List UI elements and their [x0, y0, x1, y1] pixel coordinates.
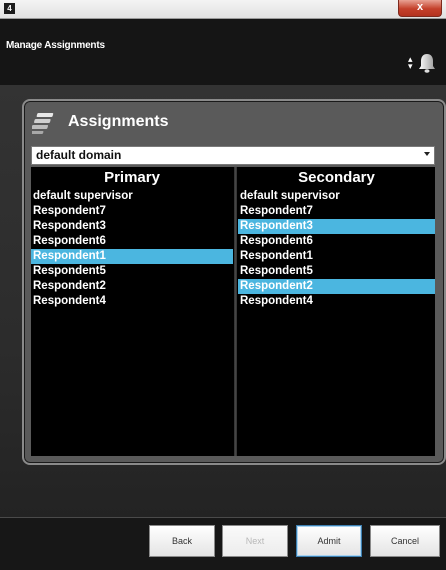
list-item[interactable]: Respondent1 [238, 249, 435, 264]
stack-icon [32, 113, 54, 134]
list-item[interactable]: Respondent5 [31, 264, 233, 279]
back-button[interactable]: Back [149, 525, 215, 557]
secondary-list: default supervisor Respondent7 Respondent3… [238, 189, 435, 309]
assignments-panel: Assignments default domain Primary defau… [22, 99, 446, 465]
page-title: Manage Assignments [6, 40, 105, 51]
list-item[interactable]: Respondent5 [238, 264, 435, 279]
list-item[interactable]: Respondent2 [31, 279, 233, 294]
next-button[interactable]: Next [222, 525, 288, 557]
list-item[interactable]: Respondent2 [238, 279, 435, 294]
column-divider[interactable] [234, 167, 237, 456]
secondary-heading: Secondary [298, 169, 375, 186]
primary-column: Primary default supervisor Respondent7 Res… [31, 167, 233, 456]
primary-list: default supervisor Respondent7 Respondent3… [31, 189, 233, 309]
domain-select-value: default domain [36, 148, 122, 162]
list-item[interactable]: Respondent6 [238, 234, 435, 249]
list-item[interactable]: Respondent7 [31, 204, 233, 219]
domain-select[interactable]: default domain [31, 146, 435, 165]
admit-button[interactable]: Admit [296, 525, 362, 557]
list-item[interactable]: Respondent4 [238, 294, 435, 309]
window-titlebar: 4 x [0, 0, 446, 19]
close-button[interactable]: x [398, 0, 442, 17]
primary-heading: Primary [104, 169, 160, 186]
assignment-lists: Primary default supervisor Respondent7 Res… [31, 167, 435, 456]
list-item[interactable]: Respondent3 [238, 219, 435, 234]
list-item[interactable]: default supervisor [238, 189, 435, 204]
notification-area[interactable]: ▴ ▾ [408, 52, 438, 76]
panel-title: Assignments [68, 113, 169, 130]
list-item[interactable]: Respondent3 [31, 219, 233, 234]
app-icon: 4 [4, 3, 15, 14]
list-item[interactable]: default supervisor [31, 189, 233, 204]
list-item[interactable]: Respondent6 [31, 234, 233, 249]
updown-arrows-icon: ▴ ▾ [408, 54, 413, 71]
cancel-button[interactable]: Cancel [370, 525, 440, 557]
chevron-down-icon[interactable] [424, 152, 430, 156]
list-item[interactable]: Respondent4 [31, 294, 233, 309]
secondary-column: Secondary default supervisor Respondent7 R… [238, 167, 435, 456]
app-header: Manage Assignments ▴ ▾ [0, 19, 446, 85]
list-item[interactable]: Respondent7 [238, 204, 435, 219]
list-item[interactable]: Respondent1 [31, 249, 233, 264]
bell-icon[interactable] [417, 52, 437, 74]
